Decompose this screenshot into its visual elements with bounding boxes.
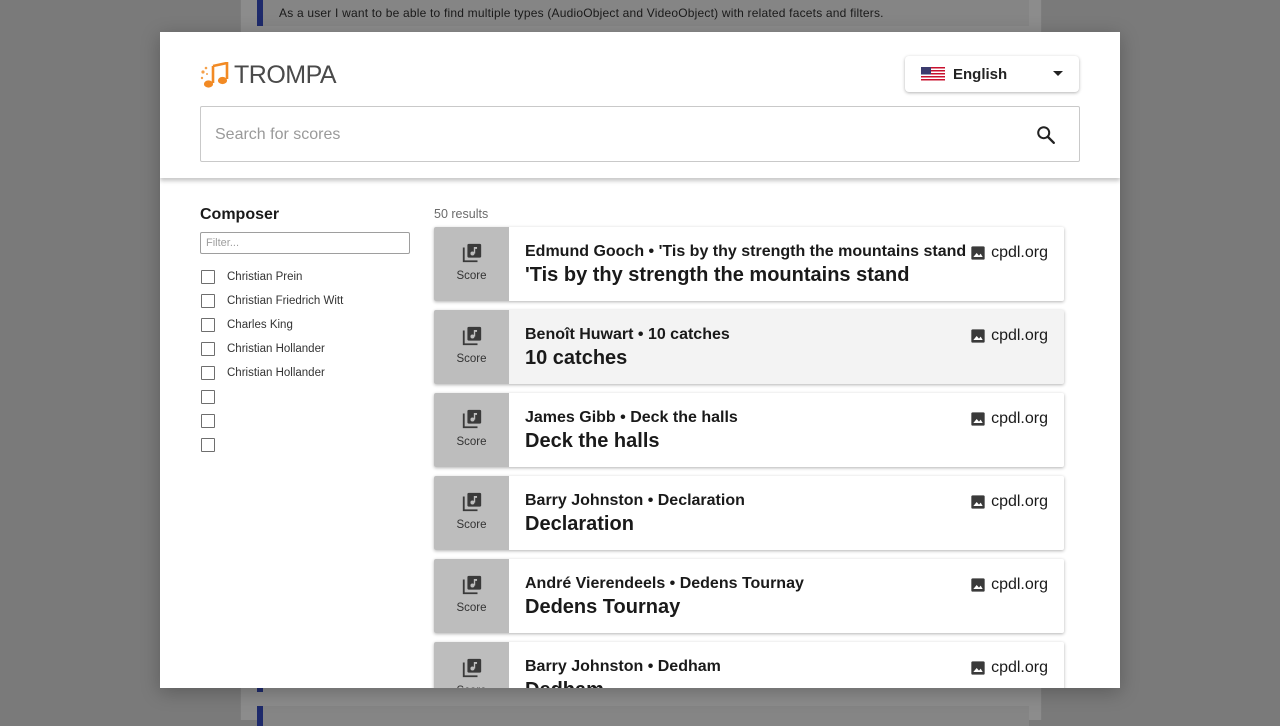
result-subtitle: James Gibb • Deck the halls bbox=[525, 409, 738, 426]
result-card[interactable]: Score André Vierendeels • Dedens Tournay… bbox=[434, 559, 1064, 633]
result-title: Declaration bbox=[525, 513, 634, 535]
checkbox[interactable] bbox=[201, 438, 215, 452]
library-music-icon bbox=[462, 575, 482, 595]
us-flag-icon bbox=[921, 66, 945, 82]
result-type-tile: Score bbox=[434, 227, 509, 301]
facet-option[interactable]: Christian Hollander bbox=[201, 361, 421, 385]
result-type-tile: Score bbox=[434, 642, 509, 688]
result-source[interactable]: cpdl.org bbox=[970, 327, 1048, 345]
result-source-label: cpdl.org bbox=[991, 327, 1048, 344]
result-subtitle: Edmund Gooch • 'Tis by thy strength the … bbox=[525, 243, 967, 260]
result-title: 'Tis by thy strength the mountains stand bbox=[525, 264, 910, 286]
checkbox[interactable] bbox=[201, 342, 215, 356]
modal-header: TROMPA English bbox=[160, 32, 1120, 178]
facet-option[interactable]: Christian Hollander bbox=[201, 337, 421, 361]
image-icon bbox=[971, 412, 985, 426]
image-icon bbox=[971, 578, 985, 592]
language-select[interactable]: English bbox=[905, 56, 1079, 92]
results-count: 50 results bbox=[434, 207, 489, 221]
facet-option[interactable]: Charles King bbox=[201, 313, 421, 337]
chevron-down-icon bbox=[1053, 71, 1063, 76]
results-list: Score Edmund Gooch • 'Tis by thy strengt… bbox=[434, 227, 1064, 688]
facet-title: Composer bbox=[200, 206, 280, 223]
facet-option-label: Christian Prein bbox=[227, 271, 303, 283]
result-source-label: cpdl.org bbox=[991, 659, 1048, 676]
checkbox[interactable] bbox=[201, 414, 215, 428]
image-icon bbox=[971, 329, 985, 343]
result-type-label: Score bbox=[434, 685, 509, 688]
facet-option-label: Charles King bbox=[227, 319, 293, 331]
facet-option-label: Christian Hollander bbox=[227, 367, 325, 379]
background-story: As a user I want to be able to find mult… bbox=[257, 0, 1029, 26]
background-story-text: As a user I want to be able to find mult… bbox=[279, 6, 884, 20]
image-icon bbox=[971, 246, 985, 260]
music-note-logo-icon bbox=[200, 62, 229, 88]
result-type-tile: Score bbox=[434, 559, 509, 633]
result-source-label: cpdl.org bbox=[991, 244, 1048, 261]
language-label: English bbox=[953, 65, 1008, 83]
search-icon[interactable] bbox=[1035, 124, 1057, 146]
result-source[interactable]: cpdl.org bbox=[970, 659, 1048, 677]
result-title: 10 catches bbox=[525, 347, 628, 369]
result-title: Dedens Tournay bbox=[525, 596, 681, 618]
checkbox[interactable] bbox=[201, 390, 215, 404]
facet-option[interactable]: Christian Friedrich Witt bbox=[201, 289, 421, 313]
facet-option[interactable] bbox=[201, 433, 421, 457]
logo-text: TROMPA bbox=[234, 60, 337, 89]
library-music-icon bbox=[462, 409, 482, 429]
result-type-label: Score bbox=[456, 270, 487, 282]
result-card[interactable]: Score Barry Johnston • Declaration Decla… bbox=[434, 476, 1064, 550]
search-bar bbox=[200, 106, 1080, 163]
modal-body: Composer Christian Prein Christian Fried… bbox=[160, 178, 1120, 688]
result-type-label: Score bbox=[456, 519, 487, 531]
result-source[interactable]: cpdl.org bbox=[970, 410, 1048, 428]
result-source-label: cpdl.org bbox=[991, 410, 1048, 427]
result-title: Dedham bbox=[525, 679, 604, 688]
library-music-icon bbox=[462, 243, 482, 263]
result-type-label: Score bbox=[456, 353, 487, 365]
result-type-tile: Score bbox=[434, 310, 509, 384]
library-music-icon bbox=[462, 492, 482, 512]
result-card[interactable]: Score Barry Johnston • Dedham Dedham cpd… bbox=[434, 642, 1064, 688]
result-type-label: Score bbox=[456, 602, 487, 614]
library-music-icon bbox=[462, 326, 482, 346]
result-subtitle: Barry Johnston • Declaration bbox=[525, 492, 745, 509]
result-card[interactable]: Score James Gibb • Deck the halls Deck t… bbox=[434, 393, 1064, 467]
search-input[interactable] bbox=[213, 107, 1017, 163]
result-type-tile: Score bbox=[434, 393, 509, 467]
image-icon bbox=[971, 661, 985, 675]
result-subtitle: Barry Johnston • Dedham bbox=[525, 658, 721, 675]
facet-option[interactable] bbox=[201, 385, 421, 409]
facet-list: Christian Prein Christian Friedrich Witt… bbox=[201, 265, 421, 457]
library-music-icon bbox=[462, 658, 482, 678]
background-story-next bbox=[257, 706, 1029, 726]
result-source[interactable]: cpdl.org bbox=[970, 244, 1048, 262]
result-source[interactable]: cpdl.org bbox=[970, 576, 1048, 594]
result-title: Deck the halls bbox=[525, 430, 660, 452]
facet-option-label: Christian Hollander bbox=[227, 343, 325, 355]
result-card[interactable]: Score Benoît Huwart • 10 catches 10 catc… bbox=[434, 310, 1064, 384]
result-source-label: cpdl.org bbox=[991, 576, 1048, 593]
facet-option[interactable]: Christian Prein bbox=[201, 265, 421, 289]
result-source-label: cpdl.org bbox=[991, 493, 1048, 510]
checkbox[interactable] bbox=[201, 366, 215, 380]
image-icon bbox=[971, 495, 985, 509]
result-subtitle: Benoît Huwart • 10 catches bbox=[525, 326, 730, 343]
checkbox[interactable] bbox=[201, 270, 215, 284]
result-source[interactable]: cpdl.org bbox=[970, 493, 1048, 511]
result-card[interactable]: Score Edmund Gooch • 'Tis by thy strengt… bbox=[434, 227, 1064, 301]
background-marker bbox=[257, 688, 263, 692]
trompa-logo[interactable]: TROMPA bbox=[200, 60, 337, 89]
checkbox[interactable] bbox=[201, 318, 215, 332]
checkbox[interactable] bbox=[201, 294, 215, 308]
result-type-label: Score bbox=[456, 436, 487, 448]
result-subtitle: André Vierendeels • Dedens Tournay bbox=[525, 575, 804, 592]
search-modal: TROMPA English Composer bbox=[160, 32, 1120, 688]
facet-option[interactable] bbox=[201, 409, 421, 433]
result-type-tile: Score bbox=[434, 476, 509, 550]
facet-filter-input[interactable] bbox=[200, 232, 410, 254]
facet-option-label: Christian Friedrich Witt bbox=[227, 295, 344, 307]
